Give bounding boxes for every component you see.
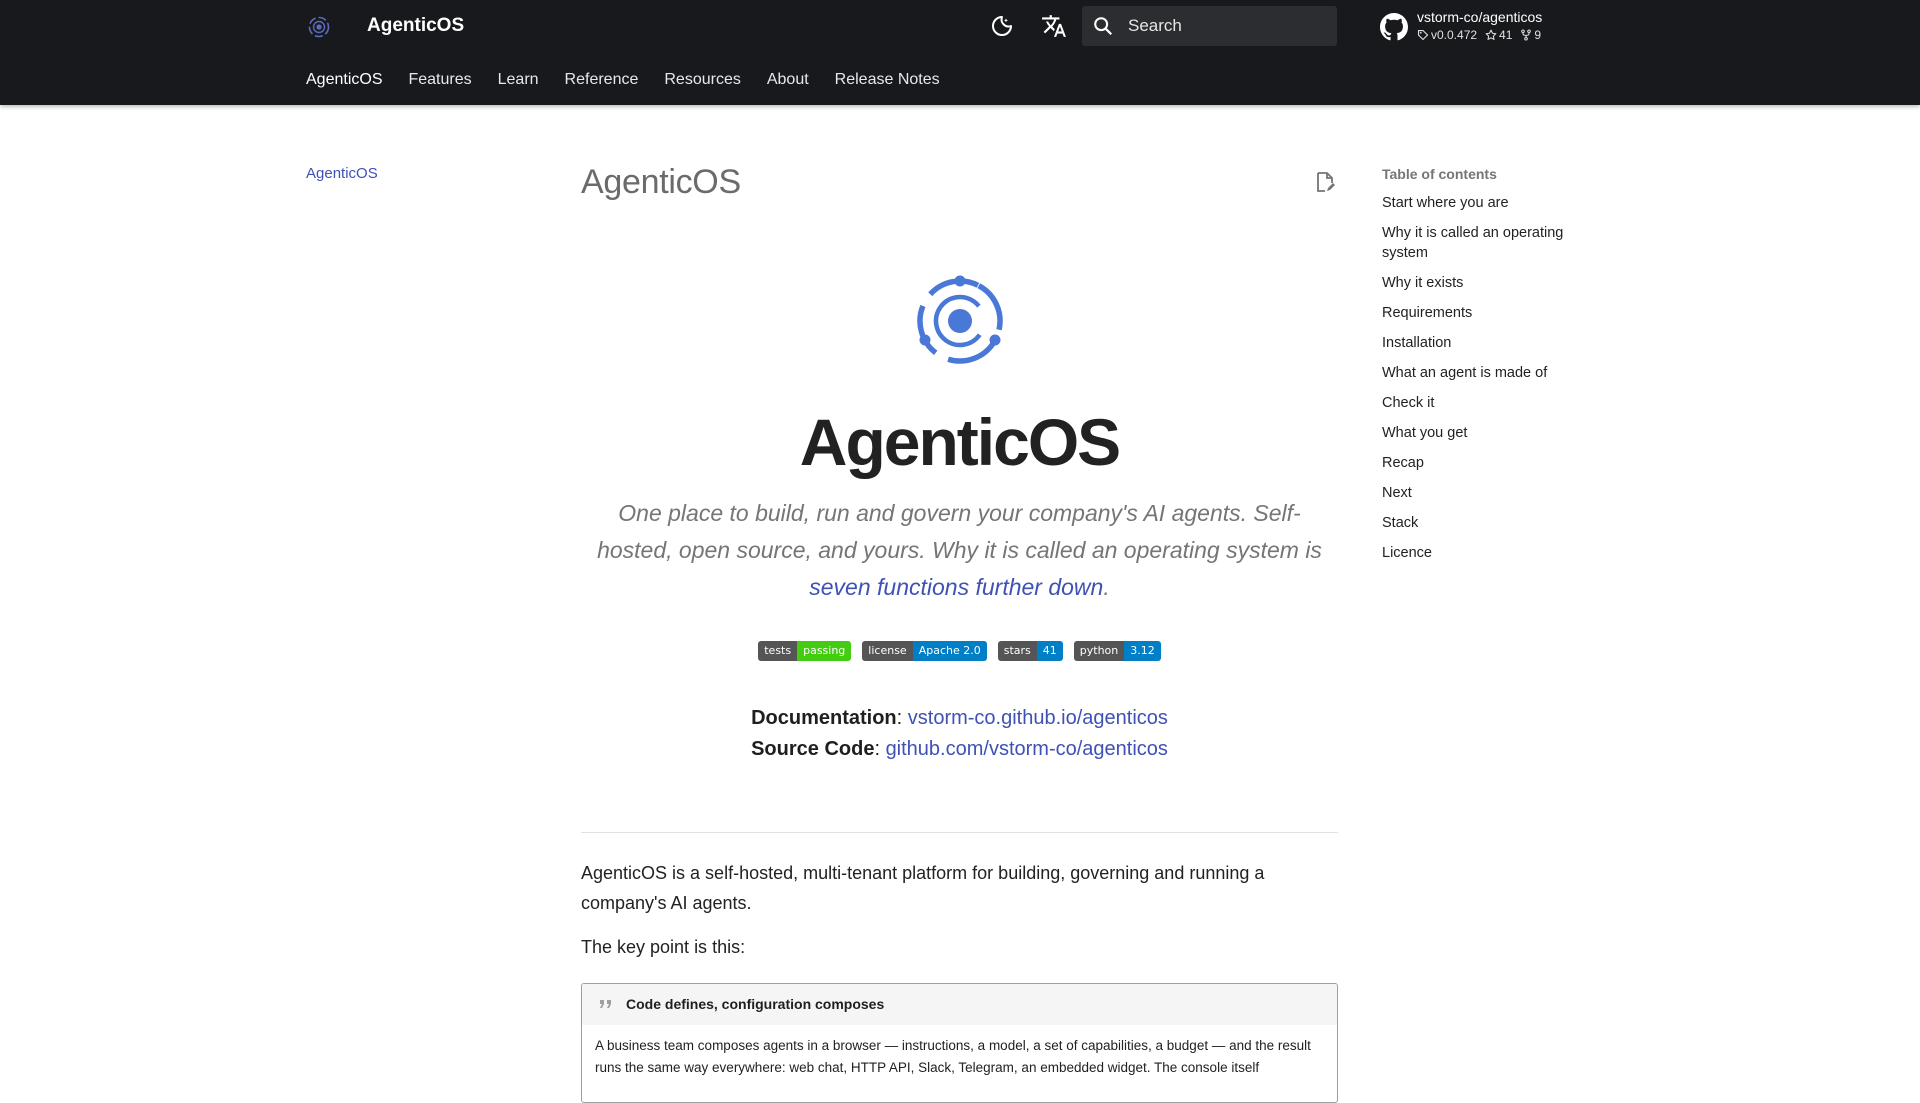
repo-stars: 41: [1485, 28, 1512, 42]
repo-forks-value: 9: [1534, 28, 1542, 42]
sidebar-nav: AgenticOS: [306, 164, 556, 184]
toc-item-installation[interactable]: Installation: [1382, 333, 1602, 353]
table-of-contents: Table of contents Start where you are Wh…: [1382, 164, 1602, 573]
tagline-text: One place to build, run and govern your …: [597, 500, 1322, 563]
badge-tests-label: tests: [758, 641, 798, 661]
badge-python-label: python: [1073, 641, 1125, 661]
page-title: AgenticOS: [581, 163, 741, 201]
quote-admonition: Code defines, configuration composes A b…: [581, 983, 1338, 1103]
key-point-paragraph: The key point is this:: [581, 937, 746, 957]
source-code-line: Source Code: github.com/vstorm-co/agenti…: [581, 734, 1338, 765]
repo-facts: v0.0.472 41 9: [1417, 28, 1541, 42]
toc-item-start[interactable]: Start where you are: [1382, 193, 1602, 213]
hero-tagline: One place to build, run and govern your …: [581, 495, 1338, 606]
tab-about[interactable]: About: [767, 68, 809, 92]
tab-agenticos[interactable]: AgenticOS: [306, 68, 382, 92]
tab-features[interactable]: Features: [408, 68, 471, 92]
main-content: AgenticOS: [581, 160, 1338, 204]
repo-stars-value: 41: [1499, 28, 1513, 42]
repo-name: vstorm-co/agenticos: [1417, 9, 1543, 25]
documentation-line: Documentation: vstorm-co.github.io/agent…: [581, 703, 1338, 734]
documentation-label: Documentation: [751, 707, 897, 729]
translate-icon[interactable]: [1040, 12, 1068, 40]
toc-title: Table of contents: [1382, 166, 1497, 182]
hero-logo-icon: [917, 275, 1003, 364]
quote-icon: [600, 1000, 611, 1008]
badge-tests-value: passing: [797, 641, 852, 661]
repo-version: v0.0.472: [1417, 28, 1477, 42]
badge-stars-value: 41: [1036, 641, 1063, 661]
tab-reference[interactable]: Reference: [565, 68, 639, 92]
documentation-link[interactable]: vstorm-co.github.io/agenticos: [908, 707, 1168, 729]
star-icon: [1485, 29, 1497, 40]
sidebar-item-agenticos[interactable]: AgenticOS: [306, 165, 378, 182]
toc-item-stack[interactable]: Stack: [1382, 513, 1602, 533]
site-title[interactable]: AgenticOS: [367, 13, 464, 39]
badge-python[interactable]: python 3.12: [1073, 641, 1161, 661]
badge-stars[interactable]: stars 41: [997, 641, 1063, 661]
search-input[interactable]: [1128, 6, 1328, 46]
toc-item-requirements[interactable]: Requirements: [1382, 303, 1602, 323]
toc-item-licence[interactable]: Licence: [1382, 543, 1602, 563]
toc-item-why-exists[interactable]: Why it exists: [1382, 273, 1602, 293]
toc-item-next[interactable]: Next: [1382, 483, 1602, 503]
source-code-sep: :: [874, 738, 886, 760]
edit-page-icon[interactable]: [1313, 170, 1337, 194]
divider: [581, 832, 1338, 833]
tab-release-notes[interactable]: Release Notes: [835, 68, 940, 92]
project-links: Documentation: vstorm-co.github.io/agent…: [581, 703, 1338, 765]
badge-license[interactable]: license Apache 2.0: [862, 641, 987, 661]
intro-paragraph: AgenticOS is a self-hosted, multi-tenant…: [581, 863, 1265, 913]
toc-item-what-you-get[interactable]: What you get: [1382, 423, 1602, 443]
hero-title: AgenticOS: [799, 405, 1121, 479]
logo-icon[interactable]: [306, 14, 332, 40]
admonition-body: A business team composes agents in a bro…: [595, 1038, 1311, 1075]
admonition-title: Code defines, configuration composes: [626, 996, 885, 1012]
tagline-end: .: [1103, 574, 1110, 600]
badge-license-value: Apache 2.0: [912, 641, 987, 661]
documentation-sep: :: [896, 707, 908, 729]
github-icon: [1380, 13, 1408, 41]
tab-resources[interactable]: Resources: [664, 68, 740, 92]
tagline-link[interactable]: seven functions further down: [809, 574, 1103, 600]
search-icon: [1094, 17, 1113, 36]
dark-mode-icon[interactable]: [988, 12, 1016, 40]
toc-item-agent-made-of[interactable]: What an agent is made of: [1382, 363, 1602, 383]
badge-stars-label: stars: [997, 641, 1037, 661]
repo-version-value: v0.0.472: [1431, 28, 1478, 42]
badge-row: tests passing license Apache 2.0 stars 41 p…: [581, 641, 1338, 661]
badge-tests[interactable]: tests passing: [758, 641, 852, 661]
top-header: AgenticOS vstorm-co/agenticos v0.0.472 4…: [0, 0, 1920, 105]
repo-forks: 9: [1520, 28, 1541, 42]
badge-license-label: license: [862, 641, 913, 661]
badge-python-value: 3.12: [1124, 641, 1161, 661]
nav-tabs: AgenticOS Features Learn Reference Resou…: [306, 68, 966, 92]
search-box[interactable]: [1082, 6, 1337, 46]
tab-learn[interactable]: Learn: [498, 68, 539, 92]
fork-icon: [1521, 29, 1532, 41]
source-code-label: Source Code: [751, 738, 875, 760]
tag-icon: [1417, 29, 1429, 41]
source-code-link[interactable]: github.com/vstorm-co/agenticos: [886, 738, 1168, 760]
admonition-header: Code defines, configuration composes: [582, 984, 1337, 1025]
toc-item-recap[interactable]: Recap: [1382, 453, 1602, 473]
toc-item-operating-system[interactable]: Why it is called an operating system: [1382, 223, 1602, 263]
toc-item-check-it[interactable]: Check it: [1382, 393, 1602, 413]
